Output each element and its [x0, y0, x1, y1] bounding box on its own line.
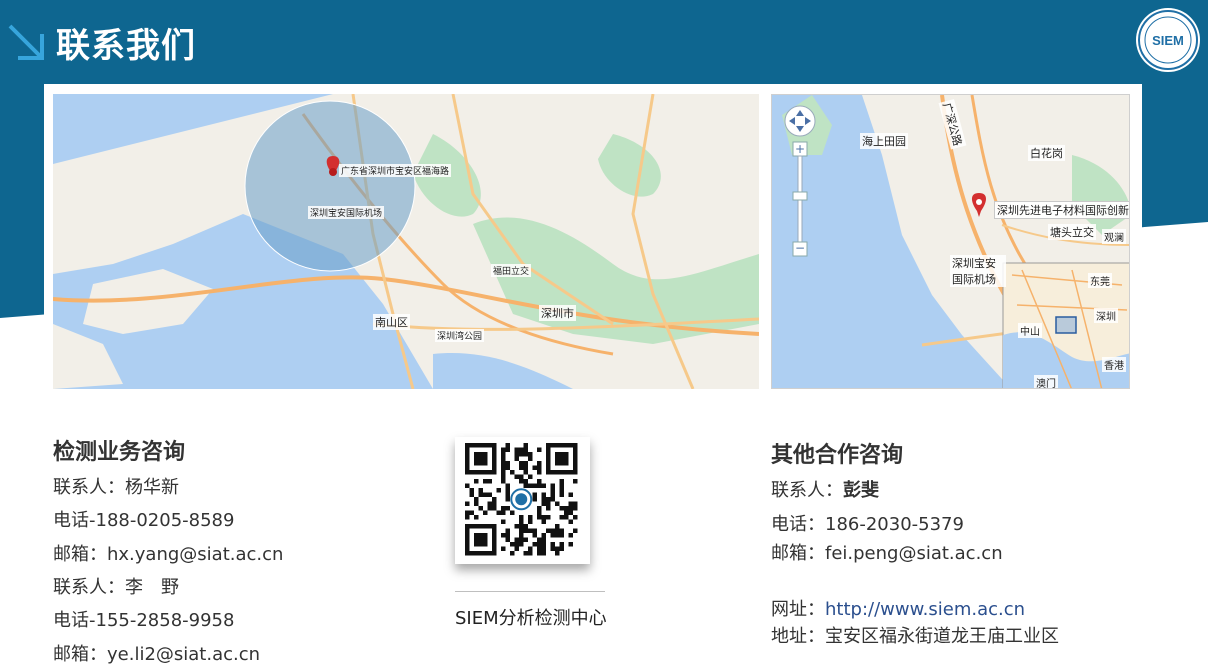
map-label-zhongshan: 中山: [1018, 323, 1042, 338]
map-label-baihuagang: 白花岗: [1028, 145, 1065, 161]
svg-text:SIEM: SIEM: [1152, 33, 1184, 48]
map-detail-marker-label: 深圳先进电子材料国际创新: [994, 201, 1129, 219]
zoom-out-button[interactable]: −: [793, 242, 807, 256]
website-link[interactable]: http://www.siem.ac.cn: [825, 599, 1025, 620]
website-prefix: 网址：: [771, 599, 825, 620]
other-contact-name-line: 联系人：彭斐: [771, 476, 879, 502]
arrow-icon: [8, 24, 44, 60]
map-label-dongguan: 东莞: [1088, 273, 1112, 288]
zoom-slider[interactable]: [793, 192, 807, 200]
map-label-tangtou: 塘头立交: [1048, 224, 1096, 240]
testing-contact-2-email[interactable]: 邮箱：ye.li2@siat.ac.cn: [53, 640, 260, 666]
page-title: 联系我们: [56, 26, 196, 66]
testing-contact-1-email[interactable]: 邮箱：hx.yang@siat.ac.cn: [53, 540, 283, 566]
testing-contact-2-name: 联系人：李 野: [53, 577, 179, 598]
map-overview[interactable]: 广东省深圳市宝安区福海路 深圳市 南山区 深圳宝安国际机场 福田立交 深圳湾公园: [53, 94, 759, 389]
other-contact-email[interactable]: 邮箱：fei.peng@siat.ac.cn: [771, 539, 1003, 565]
map-label-hongkong: 香港: [1102, 357, 1126, 372]
map-pan-control[interactable]: [785, 106, 815, 136]
map-label-nanshan: 南山区: [373, 314, 410, 330]
address-line: 地址：宝安区福永街道龙王庙工业区: [771, 626, 1059, 647]
map-label-futian: 福田立交: [491, 264, 532, 277]
map-label-airport-detail: 深圳宝安国际机场: [950, 255, 1006, 287]
testing-contact-2-phone: 电话-155-2858-9958: [53, 610, 235, 631]
qr-code[interactable]: [455, 437, 590, 564]
zoom-in-button[interactable]: +: [793, 142, 807, 156]
map-label-macau: 澳门: [1034, 375, 1058, 388]
testing-contact-1-phone: 电话-188-0205-8589: [53, 510, 235, 531]
map-detail[interactable]: + − 深圳先进电子材料国际创新 海上田园 广深公路 白花岗 塘头立交 深圳宝安…: [771, 94, 1130, 389]
map-label-shenzhen: 深圳市: [539, 305, 576, 321]
map-label-guanlan: 观澜: [1102, 229, 1126, 244]
qr-caption: SIEM分析检测中心: [455, 608, 607, 629]
map-label-bay-park: 深圳湾公园: [435, 329, 485, 342]
map-overview-marker-label: 广东省深圳市宝安区福海路: [339, 164, 452, 177]
map-label-shenzhen-inset: 深圳: [1094, 308, 1118, 323]
testing-section-title: 检测业务咨询: [53, 440, 186, 465]
qr-code-pattern: [465, 443, 578, 556]
other-section-title: 其他合作咨询: [771, 443, 904, 468]
other-contact-name: 彭斐: [843, 480, 879, 501]
qr-divider: [455, 591, 605, 592]
other-contact-phone: 电话：186-2030-5379: [771, 514, 964, 535]
testing-contact-1-name: 联系人：杨华新: [53, 477, 179, 498]
map-label-airport: 深圳宝安国际机场: [308, 206, 385, 219]
other-contact-name-prefix: 联系人：: [771, 480, 843, 501]
website-line: 网址：http://www.siem.ac.cn: [771, 595, 1025, 621]
map-overview-canvas: [53, 94, 759, 389]
siem-logo: SIEM: [1136, 8, 1200, 72]
map-label-haishang: 海上田园: [860, 133, 908, 149]
